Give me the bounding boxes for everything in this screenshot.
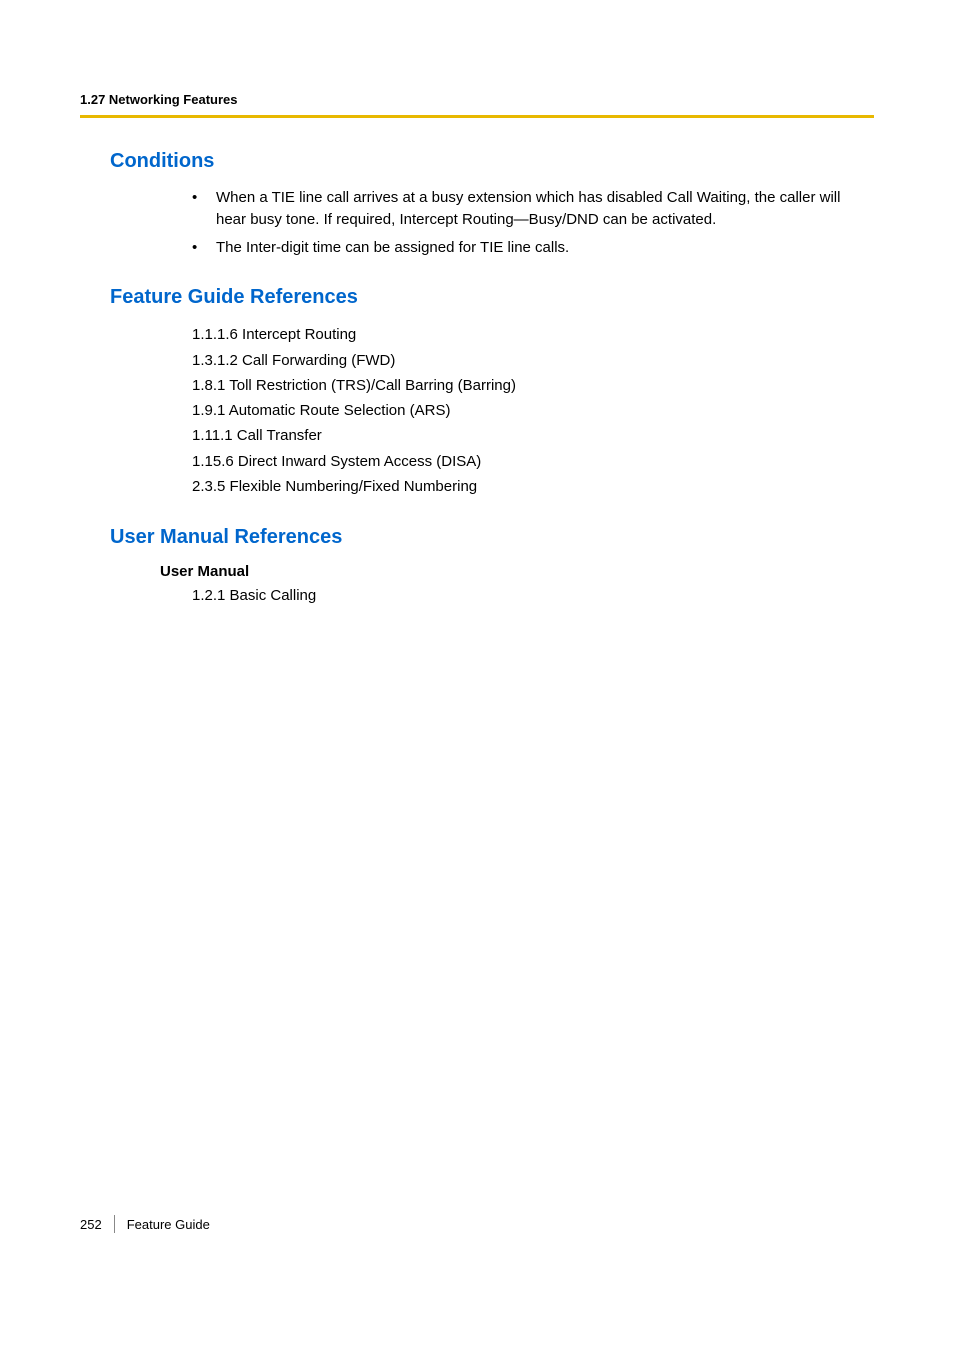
feature-guide-references-title: Feature Guide References <box>110 286 874 309</box>
header-section-label: 1.27 Networking Features <box>80 92 874 107</box>
user-manual-subheading: User Manual <box>160 563 874 580</box>
conditions-title: Conditions <box>110 150 874 173</box>
reference-item: 1.8.1 Toll Restriction (TRS)/Call Barrin… <box>192 374 874 397</box>
page-number: 252 <box>80 1217 114 1232</box>
user-manual-references-title: User Manual References <box>110 526 874 549</box>
condition-item: The Inter-digit time can be assigned for… <box>192 237 874 259</box>
reference-item: 1.11.1 Call Transfer <box>192 424 874 447</box>
condition-item: When a TIE line call arrives at a busy e… <box>192 187 874 231</box>
footer-doc-title: Feature Guide <box>127 1217 210 1232</box>
header-divider <box>80 115 874 118</box>
reference-item: 1.2.1 Basic Calling <box>192 584 874 607</box>
conditions-list: When a TIE line call arrives at a busy e… <box>192 187 874 258</box>
reference-item: 1.3.1.2 Call Forwarding (FWD) <box>192 349 874 372</box>
user-manual-references-list: 1.2.1 Basic Calling <box>192 584 874 607</box>
reference-item: 1.9.1 Automatic Route Selection (ARS) <box>192 399 874 422</box>
reference-item: 2.3.5 Flexible Numbering/Fixed Numbering <box>192 475 874 498</box>
footer-divider <box>114 1215 115 1233</box>
feature-guide-references-list: 1.1.1.6 Intercept Routing 1.3.1.2 Call F… <box>192 323 874 498</box>
page-container: 1.27 Networking Features Conditions When… <box>0 0 954 607</box>
page-footer: 252 Feature Guide <box>80 1215 210 1233</box>
reference-item: 1.15.6 Direct Inward System Access (DISA… <box>192 450 874 473</box>
reference-item: 1.1.1.6 Intercept Routing <box>192 323 874 346</box>
